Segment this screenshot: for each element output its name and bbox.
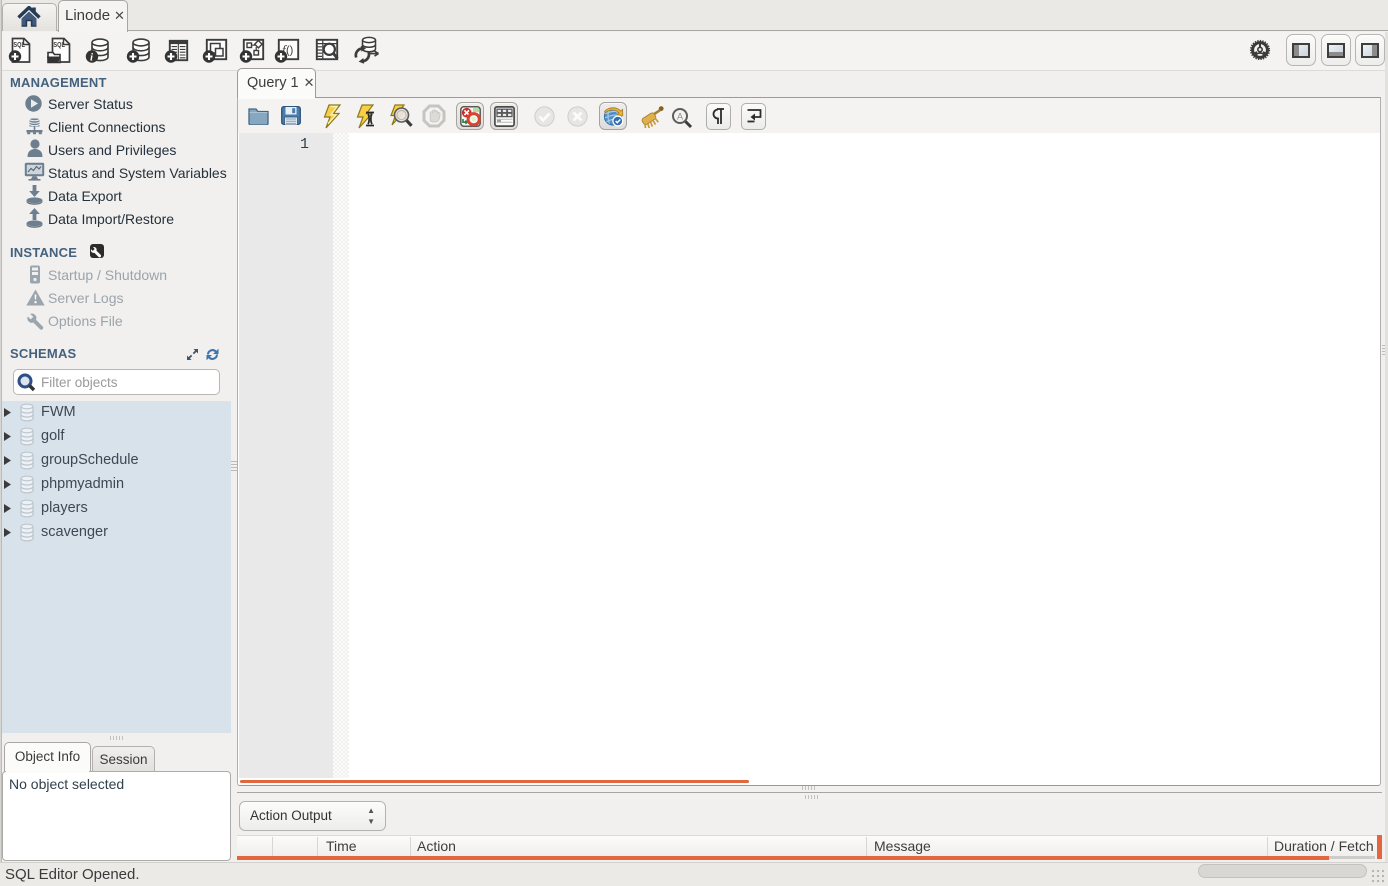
svg-text:A: A: [677, 112, 683, 122]
svg-text:(): (): [286, 45, 293, 57]
svg-text:SQL: SQL: [13, 40, 25, 49]
svg-text:SQL: SQL: [53, 40, 65, 49]
